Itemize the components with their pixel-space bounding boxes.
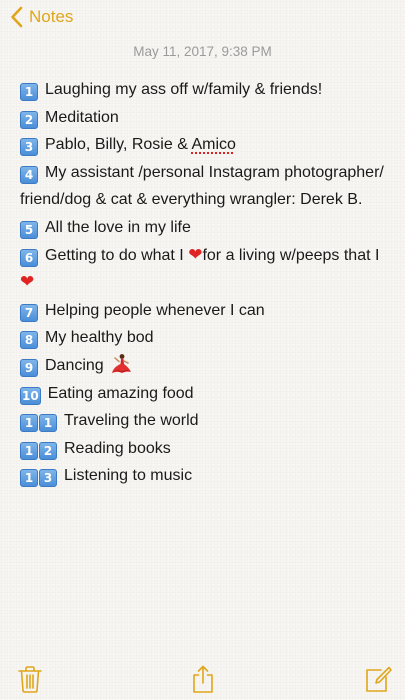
back-button-label: Notes [29,7,74,26]
number-keycap-icon: 2 [20,109,39,129]
chevron-left-icon [11,6,23,28]
note-timestamp: May 11, 2017, 9:38 PM [133,44,272,59]
dancer-icon [112,354,132,373]
number-keycap-icon: 8 [20,329,39,350]
list-item: 3 Pablo, Billy, Rosie & Amico [20,131,391,159]
trash-button[interactable] [16,664,44,694]
number-keycap-icon: 6 [20,247,39,267]
number-keycap-icon: 4 [20,164,39,184]
misspelled-word[interactable]: Amico [191,136,235,153]
compose-icon [366,666,392,692]
list-item: 10 Eating amazing food [20,384,194,405]
list-item: 2 Meditation [20,104,391,132]
number-keycap-icon: 13 [20,467,58,488]
number-keycap-icon: 10 [20,386,41,405]
list-item: 4 My assistant /personal Instagram photog… [20,163,384,209]
heart-icon: ❤ [20,272,35,293]
compose-button[interactable] [364,664,392,694]
note-body[interactable]: 1 Laughing my ass off w/family & friends!… [20,76,391,490]
list-item: 1 2 Reading books [20,435,391,463]
back-button[interactable]: Notes [10,6,73,28]
navigation-bar: Notes [0,0,405,36]
number-keycap-icon: 1 [20,81,39,101]
list-item: 1 1 Traveling the world [20,407,391,435]
list-item: 9 Dancing [20,352,391,380]
share-icon [193,665,213,693]
number-keycap-icon: 5 [20,219,39,239]
list-item: 1 3 Listening to music [20,462,391,490]
list-item: 6 Getting to do what I ❤for a living w/pe… [20,244,380,293]
number-keycap-icon: 9 [20,357,39,377]
number-keycap-icon: 7 [20,302,39,322]
share-button[interactable] [189,664,217,694]
trash-icon [18,666,42,693]
heart-icon: ❤ [188,244,203,265]
list-item: 7 Helping people whenever I can [20,297,391,325]
number-keycap-icon: 12 [20,440,58,460]
number-keycap-icon: 3 [20,136,39,157]
list-item: 1 Laughing my ass off w/family & friends! [20,76,391,104]
list-item: 8 My healthy bod [20,324,391,352]
list-item: 5 All the love in my life [20,214,391,242]
bottom-toolbar [0,654,405,700]
number-keycap-icon: 11 [20,412,58,433]
